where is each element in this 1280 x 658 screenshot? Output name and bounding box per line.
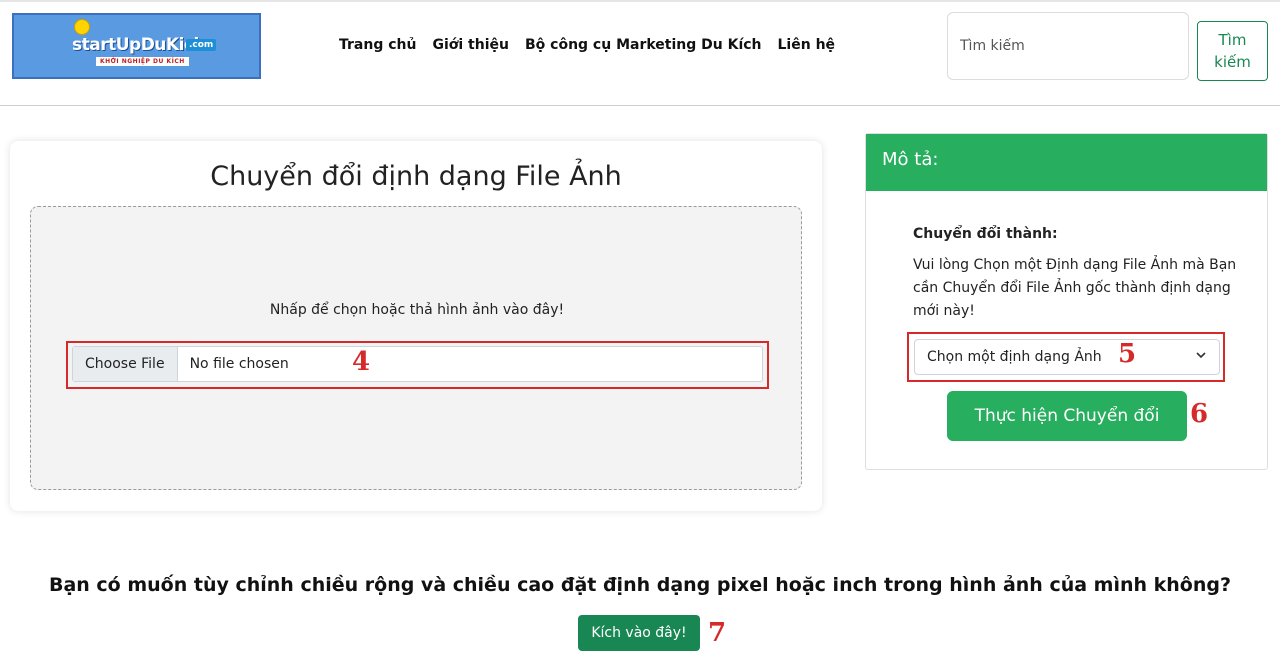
chevron-down-icon — [1196, 352, 1206, 359]
site-header: startUpDuKich .com KHỞI NGHIỆP DU KÍCH T… — [0, 0, 1280, 106]
nav-marketing-tools[interactable]: Bộ công cụ Marketing Du Kích — [525, 37, 762, 53]
annotation-4: 4 — [352, 347, 371, 377]
annotation-7: 7 — [708, 618, 727, 648]
annotation-6: 6 — [1190, 399, 1209, 429]
top-border — [0, 0, 1280, 2]
no-file-label: No file chosen — [189, 356, 289, 372]
main-nav: Trang chủ Giới thiệu Bộ công cụ Marketin… — [339, 37, 851, 53]
annotation-5: 5 — [1118, 339, 1137, 369]
file-input[interactable]: Choose File No file chosen — [72, 346, 763, 382]
nav-about[interactable]: Giới thiệu — [432, 37, 509, 53]
format-select[interactable]: Chọn một định dạng Ảnh — [914, 339, 1220, 375]
search-button[interactable]: Tìm kiếm — [1197, 21, 1268, 81]
converter-card: Chuyển đổi định dạng File Ảnh Nhấp để ch… — [10, 141, 822, 511]
convert-button[interactable]: Thực hiện Chuyển đổi — [947, 391, 1187, 441]
format-select-value: Chọn một định dạng Ảnh — [927, 349, 1102, 365]
image-dropzone[interactable]: Nhấp để chọn hoặc thả hình ảnh vào đây! … — [30, 206, 802, 490]
description-header: Mô tả: — [866, 134, 1267, 191]
search-input[interactable] — [947, 12, 1189, 80]
click-here-button[interactable]: Kích vào đây! — [578, 615, 700, 651]
nav-contact[interactable]: Liên hệ — [778, 37, 836, 53]
customize-question: Bạn có muốn tùy chỉnh chiều rộng và chiề… — [48, 574, 1232, 596]
dropzone-hint: Nhấp để chọn hoặc thả hình ảnh vào đây! — [269, 302, 565, 318]
site-logo[interactable]: startUpDuKich .com KHỞI NGHIỆP DU KÍCH — [12, 13, 261, 79]
nav-home[interactable]: Trang chủ — [339, 37, 416, 53]
mascot-icon — [74, 19, 90, 35]
format-select-highlight: Chọn một định dạng Ảnh — [907, 332, 1225, 382]
logo-com-badge: .com — [186, 39, 217, 51]
convert-to-label: Chuyển đổi thành: — [913, 226, 1058, 242]
logo-tagline: KHỞI NGHIỆP DU KÍCH — [96, 57, 189, 66]
choose-file-button[interactable]: Choose File — [73, 347, 178, 381]
page-title: Chuyển đổi định dạng File Ảnh — [210, 161, 622, 192]
file-input-highlight: Choose File No file chosen — [66, 341, 769, 389]
convert-description: Vui lòng Chọn một Định dạng File Ảnh mà … — [913, 257, 1237, 319]
